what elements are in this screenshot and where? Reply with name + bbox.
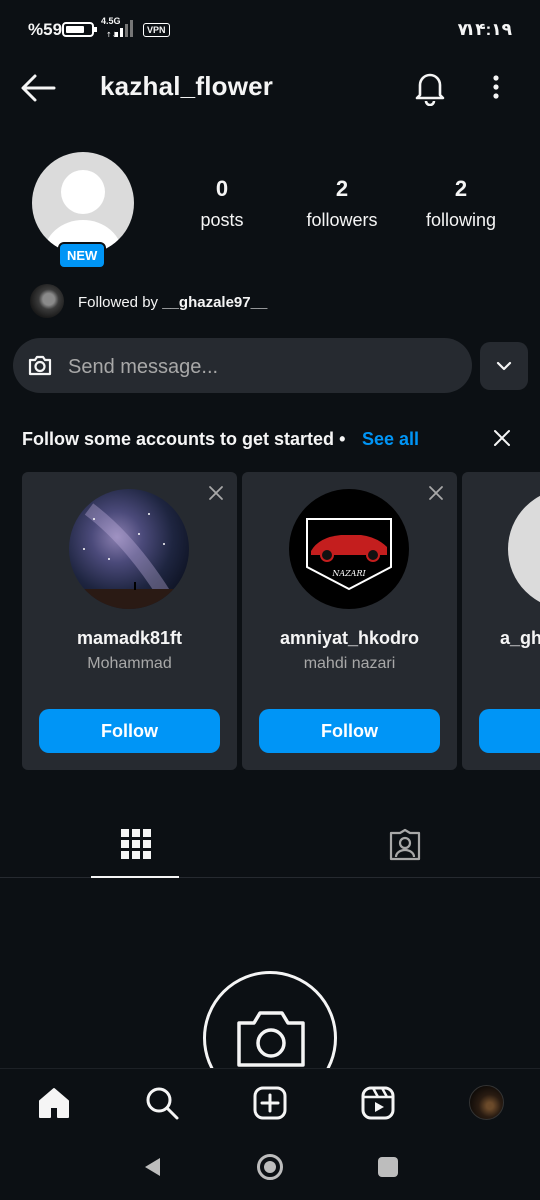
following-count: 2: [454, 176, 468, 201]
more-options-icon[interactable]: [484, 70, 508, 106]
followed-by-user: __ghazale97__: [162, 294, 268, 311]
profile-username: kazhal_flower: [100, 71, 274, 101]
followers-count: 2: [335, 176, 349, 201]
suggestions-toggle-button[interactable]: [480, 342, 528, 390]
vpn-icon: VPN: [143, 23, 170, 37]
galaxy-photo: [69, 503, 189, 609]
profile-avatar[interactable]: [32, 152, 134, 254]
mutual-follower-avatar[interactable]: [30, 284, 64, 318]
suggestion-card-partial[interactable]: a_gh: [462, 472, 540, 770]
signal-icon: ↑↓: [106, 20, 133, 38]
tab-tagged[interactable]: [362, 816, 450, 878]
profile-tabs: [0, 816, 540, 878]
see-all-link[interactable]: See all: [362, 429, 419, 450]
message-placeholder: Send message...: [68, 356, 219, 378]
dismiss-icon[interactable]: [427, 484, 445, 502]
system-back-icon[interactable]: [142, 1156, 162, 1178]
reels-icon[interactable]: [360, 1085, 396, 1121]
grid-icon: [121, 829, 151, 859]
suggestion-avatar[interactable]: [508, 489, 540, 609]
posts-label: posts: [200, 210, 244, 230]
follow-button[interactable]: [479, 709, 540, 753]
suggestion-username[interactable]: amniyat_hkodro: [242, 628, 457, 649]
followed-by-text[interactable]: Followed by __ghazale97__: [78, 294, 267, 311]
posts-count: 0: [215, 176, 229, 201]
svg-text:↑↓: ↑↓: [106, 31, 118, 38]
home-icon[interactable]: [36, 1085, 72, 1121]
search-icon[interactable]: [144, 1085, 180, 1121]
status-bar: %59 4.5G ↑↓ VPN ۷ ۱۴:۱۹: [0, 0, 540, 60]
bell-icon[interactable]: [412, 68, 448, 106]
default-avatar-icon: [44, 170, 122, 254]
logo-text: NAZARI: [331, 569, 366, 578]
dismiss-icon[interactable]: [207, 484, 225, 502]
system-navigation: [0, 1138, 540, 1200]
system-recents-icon[interactable]: [378, 1157, 398, 1177]
following-stat[interactable]: 2 following: [401, 176, 521, 231]
follow-button[interactable]: Follow: [259, 709, 440, 753]
close-icon[interactable]: [490, 426, 514, 450]
system-home-icon[interactable]: [257, 1154, 283, 1180]
suggestion-full-name: mahdi nazari: [303, 655, 396, 672]
suggestion-avatar[interactable]: NAZARI: [289, 489, 409, 609]
battery-icon: [62, 22, 97, 37]
followers-stat[interactable]: 2 followers: [282, 176, 402, 231]
following-label: following: [425, 210, 497, 230]
create-post-icon[interactable]: [252, 1085, 288, 1121]
chevron-down-icon: [496, 361, 512, 371]
battery-percent: %59: [28, 20, 63, 39]
follow-button[interactable]: Follow: [39, 709, 220, 753]
car-logo: NAZARI: [306, 518, 392, 591]
tab-posts-grid[interactable]: [91, 816, 179, 878]
followed-by-prefix: Followed by: [78, 294, 163, 311]
back-arrow-icon[interactable]: [18, 72, 58, 104]
clock: ۱۴:۱۹: [464, 20, 512, 39]
suggestion-username[interactable]: mamadk81ft: [22, 628, 237, 649]
tagged-person-icon: [389, 828, 421, 861]
suggestions-separator: •: [339, 429, 346, 449]
followers-label: followers: [306, 210, 378, 230]
suggestion-full-name: Mohammad: [87, 655, 172, 672]
camera-icon[interactable]: [27, 353, 53, 377]
send-message-field[interactable]: Send message...: [13, 338, 472, 393]
new-badge: NEW: [58, 242, 107, 269]
suggestion-card[interactable]: NAZARI amniyat_hkodro mahdi nazari Follo…: [242, 472, 457, 770]
suggestion-card[interactable]: mamadk81ft Mohammad Follow: [22, 472, 237, 770]
suggestions-title: Follow some accounts to get started •: [22, 429, 345, 450]
suggestions-title-text: Follow some accounts to get started: [22, 429, 335, 449]
suggestion-username[interactable]: a_gh: [500, 628, 540, 649]
camera-icon: [237, 1011, 305, 1067]
posts-stat[interactable]: 0 posts: [162, 176, 282, 231]
profile-avatar-nav[interactable]: [469, 1085, 504, 1120]
top-bar: kazhal_flower: [0, 60, 540, 116]
suggestion-avatar[interactable]: [69, 489, 189, 609]
bottom-nav: [0, 1068, 540, 1138]
